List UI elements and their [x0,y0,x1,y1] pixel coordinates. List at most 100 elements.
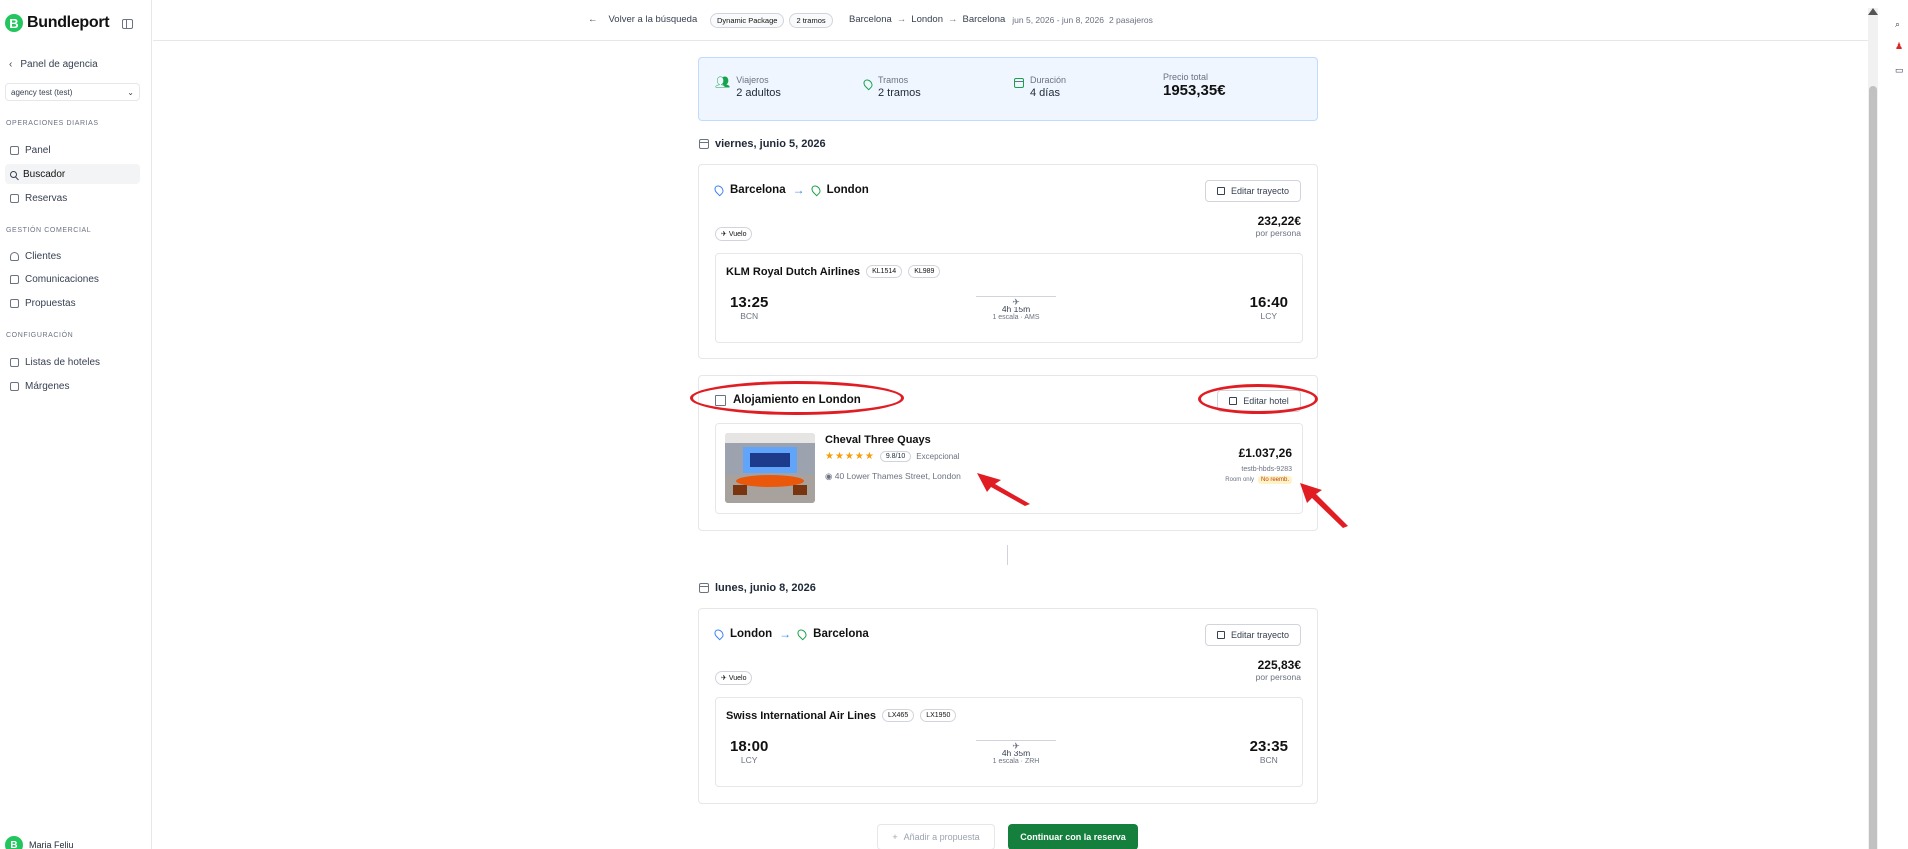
app-root: B Bundleport ‹ Panel de agencia agency t… [0,0,1908,849]
airline-name: KLM Royal Dutch Airlines [726,265,861,278]
route-city: London [911,14,943,25]
sidebar-item-margenes[interactable]: Márgenes [5,376,140,396]
leg-price-value: 225,83€ [1257,658,1301,672]
agency-select[interactable]: agency test (test) ⌄ [5,83,140,101]
calendar-icon [699,583,709,593]
add-to-proposal-button[interactable]: + Añadir a propuesta [877,824,995,849]
continue-booking-label: Continuar con la reserva [1020,832,1126,842]
sidebar-item-panel[interactable]: Panel [5,140,140,160]
sidebar-item-reservas[interactable]: Reservas [5,188,140,208]
summary-label: Tramos [878,75,909,85]
brand-logo[interactable]: B Bundleport [5,14,110,32]
arrival: 16:40 LCY [1250,294,1288,321]
sidebar-item-hotel-lists[interactable]: Listas de hoteles [5,352,140,372]
arrival-time: 23:35 [1249,738,1288,755]
sidebar-item-label: Listas de hoteles [25,356,101,368]
departure-airport: BCN [740,311,759,321]
day-header: lunes, junio 8, 2026 [699,582,816,594]
airline: KLM Royal Dutch Airlines KL1514 KL989 [726,265,941,278]
trip-dates: jun 5, 2026 - jun 8, 2026 [1012,14,1104,25]
flight-tag-label: Vuelo [728,675,747,682]
users-icon: 👥︎ [715,75,731,89]
leg-route: Barcelona → London [712,183,869,197]
stops-value: 1 escala · AMS [992,314,1040,321]
bookmark-icon [10,357,19,367]
summary-travelers: 👥︎ Viajeros 2 adultos [715,75,781,99]
edit-leg-button[interactable]: Editar trayecto [1205,180,1301,202]
destination-city: London [826,184,869,196]
flight-code: KL989 [908,265,941,278]
arrow-right-icon: → [947,14,958,25]
summary-value: 2 adultos [736,87,781,99]
notification-icon[interactable]: ♟ [1895,42,1904,51]
back-to-search-link[interactable]: ← Volver a la búsqueda [588,14,697,25]
annotation-ellipse [690,381,904,415]
rating-score: 9.8/10 [879,451,912,462]
users-icon [10,251,19,261]
leg-route: London → Barcelona [712,627,869,641]
plus-icon: + [892,832,898,842]
map-pin-icon [795,627,809,641]
rating-text: Excepcional [916,452,960,461]
flight-tag: ✈︎ Vuelo [715,671,753,685]
back-to-search-label: Volver a la búsqueda [608,14,698,25]
message-icon [10,274,19,284]
sidebar-toggle-icon[interactable] [122,19,133,29]
sidebar-item-label: Clientes [25,250,62,262]
right-rail: ⌕ ♟ ▭ [1868,0,1908,849]
search-icon[interactable]: ⌕ [1895,20,1904,29]
origin-city: London [730,628,773,640]
document-icon [10,298,19,308]
summary-label: Viajeros [736,75,769,85]
scrollbar-thumb[interactable] [1869,86,1877,849]
departure-airport: LCY [740,755,758,765]
user-menu[interactable]: B Maria Feliu [5,836,74,849]
brand-name: Bundleport [27,14,110,31]
sidebar-item-propuestas[interactable]: Propuestas [5,293,140,313]
flight-details[interactable]: Swiss International Air Lines LX465 LX19… [715,697,1303,787]
sidebar-item-label: Buscador [23,168,66,180]
chevron-down-icon: ⌄ [127,87,134,97]
chat-icon[interactable]: ▭ [1895,66,1904,75]
hotel-address-text: 40 Lower Thames Street, London [834,471,961,481]
flight-code: KL1514 [866,265,903,278]
scrollbar[interactable] [1868,8,1878,849]
summary-label: Duración [1030,75,1067,85]
leg-price: 232,22€ por persona [1256,214,1301,238]
arrow-right-icon: → [792,183,805,197]
sidebar-item-comunicaciones[interactable]: Comunicaciones [5,269,140,289]
back-to-agency-link[interactable]: ‹ Panel de agencia [9,59,98,70]
agency-select-value: agency test (test) [11,87,73,97]
arrow-right-icon: → [896,14,907,25]
edit-leg-button[interactable]: Editar trayecto [1205,624,1301,646]
star-icon: ★★★★★ [825,451,875,462]
sidebar-item-clientes[interactable]: Clientes [5,246,140,266]
hotel-address: ◉ 40 Lower Thames Street, London [825,471,961,482]
calendar-icon [1014,78,1024,88]
section-title-daily: OPERACIONES DIARIAS [6,120,99,127]
flight-duration: ✈︎ 4h 35m 1 escala · ZRH [976,736,1056,765]
summary-duration: Duración 4 días [1014,75,1066,99]
calendar-icon [699,139,709,149]
hotel-ref: testb-hbds-9283 [1241,466,1292,473]
continue-booking-button[interactable]: Continuar con la reserva [1008,824,1138,849]
arrow-left-icon: ← [588,14,598,25]
flight-tag-label: Vuelo [728,231,747,238]
hotel-price-value: £1.037,26 [1238,446,1292,460]
airline-name: Swiss International Air Lines [726,709,876,722]
summary-legs: Tramos 2 tramos [861,75,921,99]
hotel-photo [725,433,815,503]
per-person-label: por persona [1255,228,1301,238]
day-date: viernes, junio 5, 2026 [715,138,826,150]
hotel-price: £1.037,26 testb-hbds-9283 Room only No re… [1225,446,1292,484]
timeline-divider [1007,545,1008,565]
route-breadcrumb: Barcelona → London → Barcelona jun 5, 20… [849,14,1153,25]
search-icon [10,170,17,178]
edit-icon [1216,187,1225,195]
flight-details[interactable]: KLM Royal Dutch Airlines KL1514 KL989 13… [715,253,1303,343]
route-city: Barcelona [962,14,1006,25]
avatar: B [5,836,23,849]
sidebar-item-label: Márgenes [25,380,70,392]
scroll-up-icon[interactable] [1868,8,1878,15]
sidebar-item-buscador[interactable]: Buscador [5,164,140,184]
